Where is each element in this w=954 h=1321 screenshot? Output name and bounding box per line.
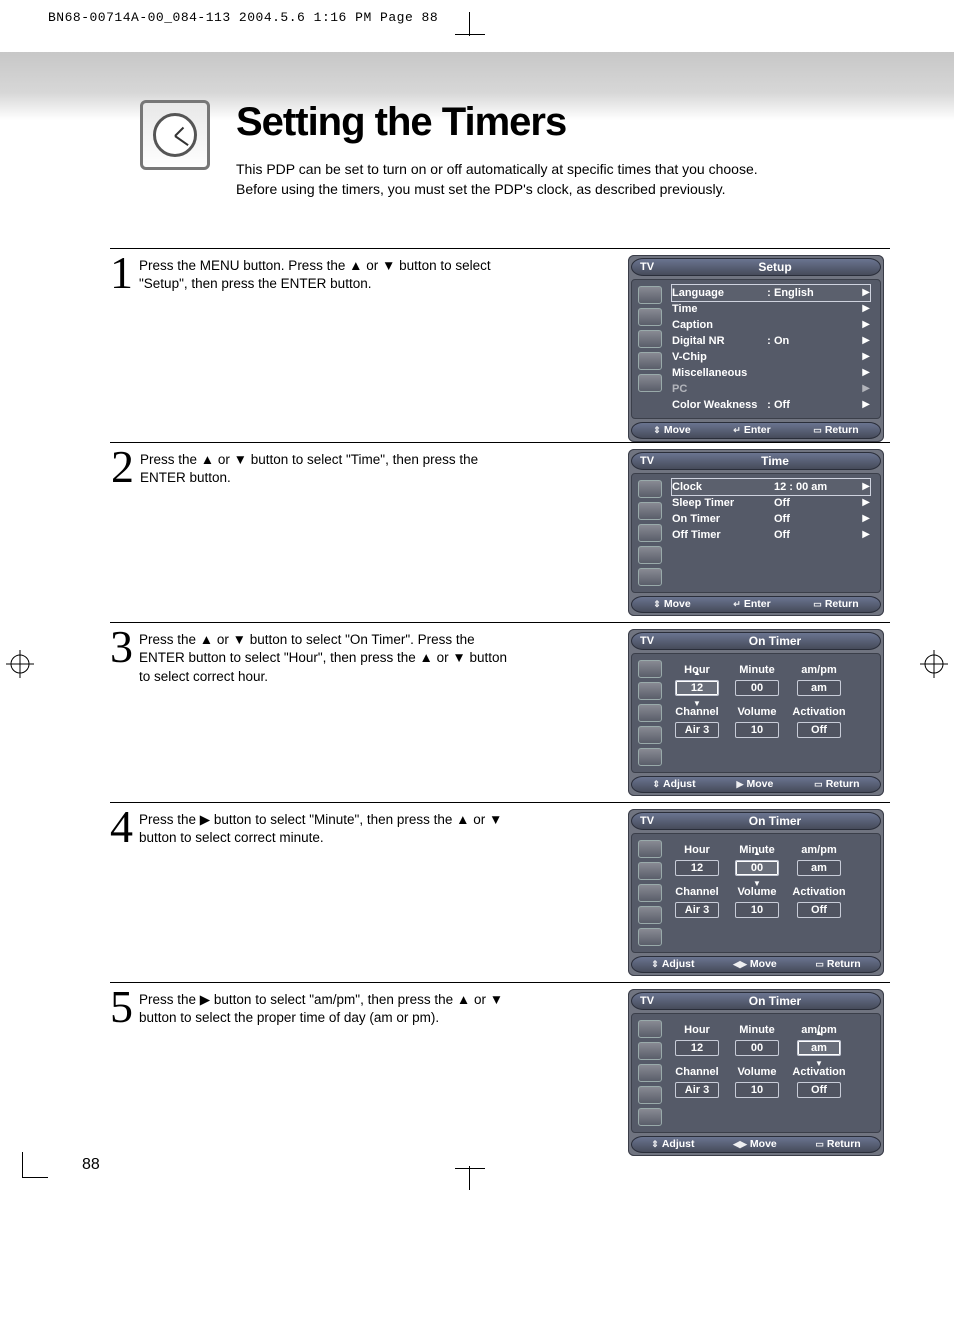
- osd-sidebar-icon: [638, 840, 662, 858]
- osd-value-cell[interactable]: 12: [670, 856, 724, 880]
- osd-value-cell[interactable]: 10: [730, 898, 784, 922]
- osd-column-header: Hour: [670, 844, 724, 856]
- osd-footer: ⇕Move↵Enter▭Return: [631, 422, 881, 439]
- step-text: Press the MENU button. Press the ▲ or ▼ …: [139, 255, 510, 295]
- step-number: 5: [110, 989, 133, 1029]
- step-text: Press the ▲ or ▼ button to select "Time"…: [140, 449, 510, 489]
- step-text: Press the ▶ button to select "Minute", t…: [139, 809, 510, 849]
- osd-column-header: am/pm: [790, 664, 848, 676]
- osd-value-cell[interactable]: ▲▼am: [790, 1036, 848, 1060]
- osd-sidebar-icon: [638, 352, 662, 370]
- osd-column-header: Volume: [730, 706, 784, 718]
- osd-column-header: Activation: [790, 1066, 848, 1078]
- osd-menu-item[interactable]: Miscellaneous ▶: [672, 365, 870, 381]
- osd-sidebar-icon: [638, 330, 662, 348]
- osd-sidebar-icon: [638, 286, 662, 304]
- osd-value-cell[interactable]: Off: [790, 898, 848, 922]
- osd-column-header: Minute: [730, 1024, 784, 1036]
- intro-text: This PDP can be set to turn on or off au…: [236, 159, 796, 200]
- osd-value-cell[interactable]: ▲▼00: [730, 856, 784, 880]
- osd-sidebar-icon: [638, 502, 662, 520]
- osd-sidebar-icon: [638, 660, 662, 678]
- step-text: Press the ▶ button to select "am/pm", th…: [139, 989, 510, 1029]
- osd-sidebar-icon: [638, 704, 662, 722]
- osd-sidebar-icon: [638, 308, 662, 326]
- osd-footer: ⇕Adjust▶Move▭Return: [631, 776, 881, 793]
- step-row: 4 Press the ▶ button to select "Minute",…: [110, 802, 890, 982]
- osd-column-header: Volume: [730, 886, 784, 898]
- osd-screen: TVSetup Language : English ▶ Time ▶ Capt…: [628, 255, 884, 442]
- osd-sidebar-icon: [638, 748, 662, 766]
- osd-value-cell[interactable]: Off: [790, 1078, 848, 1102]
- osd-menu-item[interactable]: Language : English ▶: [672, 285, 870, 301]
- step-number: 1: [110, 255, 133, 295]
- osd-menu-item[interactable]: Digital NR : On ▶: [672, 333, 870, 349]
- osd-value-cell[interactable]: 00: [730, 676, 784, 700]
- osd-sidebar-icon: [638, 726, 662, 744]
- osd-menu-item[interactable]: Caption ▶: [672, 317, 870, 333]
- osd-column-header: Channel: [670, 1066, 724, 1078]
- step-number: 3: [110, 629, 133, 688]
- osd-value-cell[interactable]: 10: [730, 1078, 784, 1102]
- step-number: 4: [110, 809, 133, 849]
- osd-sidebar-icon: [638, 1064, 662, 1082]
- osd-value-cell[interactable]: 00: [730, 1036, 784, 1060]
- osd-menu-item[interactable]: Time ▶: [672, 301, 870, 317]
- osd-sidebar-icon: [638, 862, 662, 880]
- clock-icon: [140, 100, 210, 170]
- step-row: 2 Press the ▲ or ▼ button to select "Tim…: [110, 442, 890, 622]
- step-row: 5 Press the ▶ button to select "am/pm", …: [110, 982, 890, 1162]
- osd-value-cell[interactable]: Air 3: [670, 1078, 724, 1102]
- osd-sidebar-icon: [638, 374, 662, 392]
- osd-menu-item[interactable]: Color Weakness : Off ▶: [672, 397, 870, 413]
- osd-column-header: Channel: [670, 706, 724, 718]
- osd-column-header: Channel: [670, 886, 724, 898]
- osd-footer: ⇕Move↵Enter▭Return: [631, 596, 881, 613]
- osd-sidebar-icon: [638, 884, 662, 902]
- osd-sidebar-icon: [638, 480, 662, 498]
- step-text: Press the ▲ or ▼ button to select "On Ti…: [139, 629, 510, 688]
- osd-menu-item[interactable]: Off Timer Off ▶: [672, 527, 870, 543]
- osd-footer: ⇕Adjust◀▶Move▭Return: [631, 956, 881, 973]
- osd-sidebar-icon: [638, 524, 662, 542]
- step-row: 3 Press the ▲ or ▼ button to select "On …: [110, 622, 890, 802]
- osd-menu-item[interactable]: V-Chip ▶: [672, 349, 870, 365]
- osd-column-header: Activation: [790, 886, 848, 898]
- osd-screen: TVOn Timer HourMinuteam/pm ▲▼12 00 am Ch…: [628, 629, 884, 796]
- osd-sidebar-icon: [638, 568, 662, 586]
- page-title: Setting the Timers: [236, 100, 796, 145]
- osd-sidebar-icon: [638, 928, 662, 946]
- osd-value-cell[interactable]: Air 3: [670, 898, 724, 922]
- page-number: 88: [82, 1156, 100, 1174]
- osd-column-header: am/pm: [790, 844, 848, 856]
- osd-column-header: Volume: [730, 1066, 784, 1078]
- osd-sidebar-icon: [638, 1108, 662, 1126]
- osd-sidebar-icon: [638, 682, 662, 700]
- osd-sidebar-icon: [638, 906, 662, 924]
- osd-screen: TVOn Timer HourMinuteam/pm 12 00 ▲▼am Ch…: [628, 989, 884, 1156]
- osd-value-cell[interactable]: 10: [730, 718, 784, 742]
- osd-menu-item[interactable]: Clock 12 : 00 am ▶: [672, 479, 870, 495]
- osd-screen: TVTime Clock 12 : 00 am ▶ Sleep Timer Of…: [628, 449, 884, 616]
- osd-menu-item[interactable]: On Timer Off ▶: [672, 511, 870, 527]
- osd-value-cell[interactable]: Off: [790, 718, 848, 742]
- osd-screen: TVOn Timer HourMinuteam/pm 12 ▲▼00 am Ch…: [628, 809, 884, 976]
- osd-menu-item[interactable]: PC ▶: [672, 381, 870, 397]
- osd-menu-item[interactable]: Sleep Timer Off ▶: [672, 495, 870, 511]
- step-number: 2: [110, 449, 134, 489]
- osd-value-cell[interactable]: ▲▼12: [670, 676, 724, 700]
- osd-sidebar-icon: [638, 1020, 662, 1038]
- osd-value-cell[interactable]: am: [790, 676, 848, 700]
- step-row: 1 Press the MENU button. Press the ▲ or …: [110, 248, 890, 442]
- osd-sidebar-icon: [638, 1086, 662, 1104]
- osd-sidebar-icon: [638, 546, 662, 564]
- osd-footer: ⇕Adjust◀▶Move▭Return: [631, 1136, 881, 1153]
- osd-column-header: Activation: [790, 706, 848, 718]
- osd-column-header: Minute: [730, 664, 784, 676]
- osd-column-header: Hour: [670, 1024, 724, 1036]
- osd-value-cell[interactable]: am: [790, 856, 848, 880]
- osd-sidebar-icon: [638, 1042, 662, 1060]
- osd-value-cell[interactable]: 12: [670, 1036, 724, 1060]
- osd-value-cell[interactable]: Air 3: [670, 718, 724, 742]
